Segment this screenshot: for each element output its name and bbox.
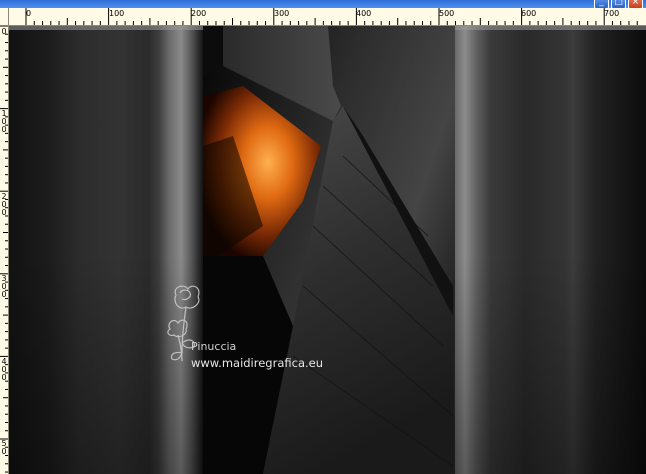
horizontal-ruler-ticks	[25, 8, 638, 25]
right-panel-shade	[455, 254, 646, 474]
architecture-photo	[203, 26, 455, 474]
ruler-top-label: 100	[109, 9, 125, 18]
right-gradient-panel	[455, 26, 646, 474]
ruler-top-label: 500	[439, 9, 455, 18]
ruler-left-label: 4 0 0	[1, 357, 7, 382]
ruler-left-label: 3 0 0	[1, 274, 7, 299]
vertical-ruler: 0 1 0 0 2 0 0 3 0 0 4 0 0 5 0	[0, 8, 9, 474]
watermark-url: www.maidiregrafica.eu	[191, 356, 324, 370]
ruler-top-label: 200	[191, 9, 207, 18]
ruler-left-label: 2 0 0	[1, 192, 7, 217]
watermark-name: Pinuccia	[191, 340, 237, 353]
ruler-top-label: 300	[274, 9, 290, 18]
vertical-ruler-ticks	[0, 25, 8, 473]
minimize-button[interactable]: _	[594, 0, 609, 8]
maximize-button[interactable]: □	[611, 0, 626, 8]
close-button[interactable]: ×	[628, 0, 643, 8]
ruler-top-label: 400	[356, 9, 372, 18]
ruler-left-label: 0	[1, 27, 7, 36]
image-canvas[interactable]: Pinuccia www.maidiregrafica.eu	[9, 26, 646, 474]
ruler-top-label: 0	[26, 9, 32, 18]
right-panel-top-edge	[455, 26, 646, 30]
ruler-left-label: 5 0	[1, 439, 7, 456]
window-titlebar: _ □ ×	[0, 0, 646, 8]
left-gradient-panel	[9, 26, 203, 474]
left-panel-top-edge	[9, 26, 203, 30]
ruler-left-label: 1 0 0	[1, 109, 7, 134]
ruler-top-label: 700	[604, 9, 620, 18]
horizontal-ruler: 0 100 200 300 400 500 600 700	[8, 8, 646, 26]
ruler-top-label: 600	[521, 9, 537, 18]
